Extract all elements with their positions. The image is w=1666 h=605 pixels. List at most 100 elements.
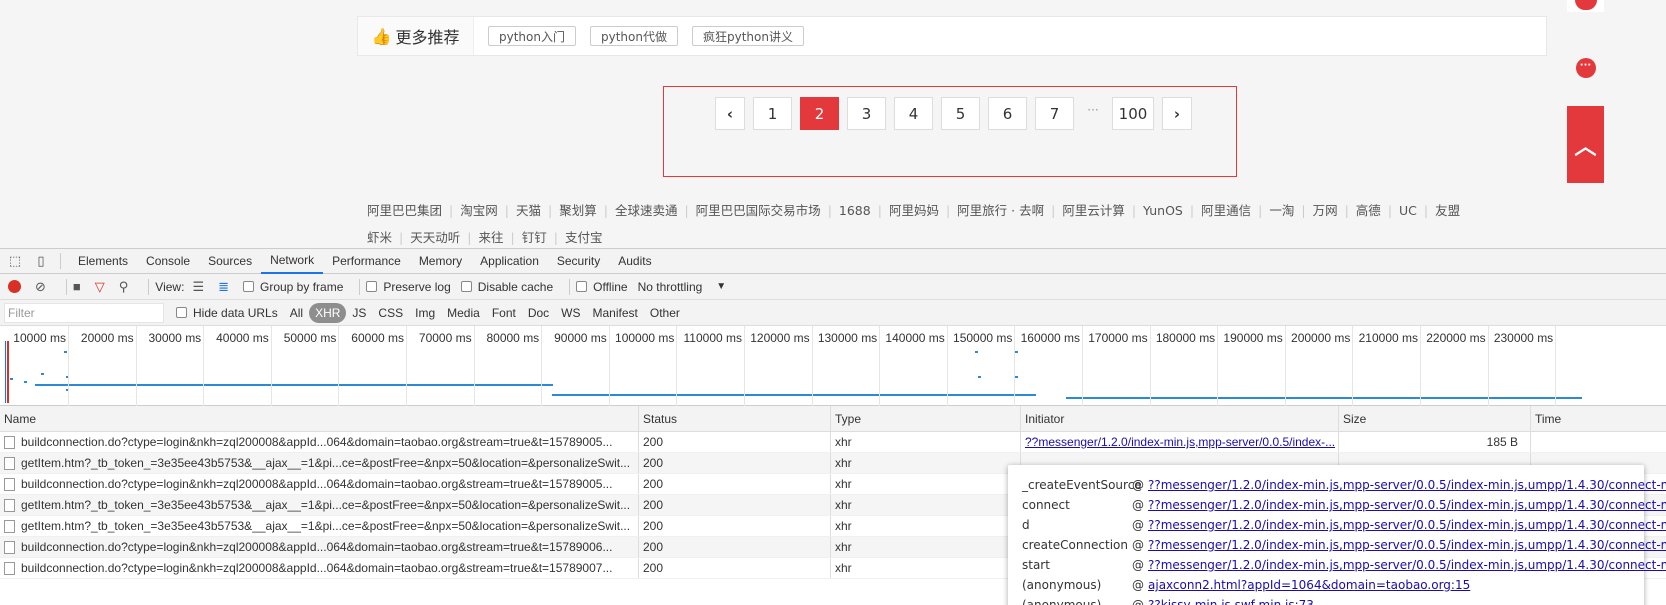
cell-name: getItem.htm?_tb_token_=3e35ee43b5753&__a… xyxy=(0,516,638,536)
throttling-select[interactable]: No throttling ▼ xyxy=(638,280,727,294)
stack-frame-link[interactable]: ??messenger/1.2.0/index-min.js,mpp-serve… xyxy=(1148,558,1666,572)
filter-type-js[interactable]: JS xyxy=(346,303,372,323)
screenshot-camera-icon[interactable]: ■ xyxy=(73,279,81,294)
stack-frame-link[interactable]: ajaxconn2.html?appId=1064&domain=taobao.… xyxy=(1148,578,1470,592)
filter-type-xhr[interactable]: XHR xyxy=(309,302,347,323)
page-button-last[interactable]: 100 xyxy=(1112,97,1154,130)
filter-type-manifest[interactable]: Manifest xyxy=(587,303,644,323)
cell-name-text: getItem.htm?_tb_token_=3e35ee43b5753&__a… xyxy=(21,519,631,533)
clear-icon[interactable]: ⊘ xyxy=(35,279,46,295)
footer-link[interactable]: 支付宝 xyxy=(565,230,603,245)
column-header-name[interactable]: Name xyxy=(0,406,638,431)
filter-type-doc[interactable]: Doc xyxy=(522,303,555,323)
page-button-2[interactable]: 2 xyxy=(800,97,839,130)
footer-link[interactable]: 阿里旅行 · 去啊 xyxy=(957,203,1044,218)
filter-type-font[interactable]: Font xyxy=(486,303,522,323)
footer-link[interactable]: 阿里巴巴集团 xyxy=(367,203,442,218)
footer-link[interactable]: 友盟 xyxy=(1435,203,1460,218)
footer-link[interactable]: 1688 xyxy=(839,203,871,218)
tab-network[interactable]: Network xyxy=(261,248,324,274)
recommend-tag[interactable]: python代做 xyxy=(589,26,678,46)
filter-type-img[interactable]: Img xyxy=(409,303,441,323)
tab-security[interactable]: Security xyxy=(548,248,609,274)
tab-console[interactable]: Console xyxy=(137,248,199,274)
timeline-request-dot xyxy=(1015,351,1018,353)
column-header-status[interactable]: Status xyxy=(638,406,830,431)
filter-type-media[interactable]: Media xyxy=(441,303,486,323)
timeline-request-dot xyxy=(41,373,44,375)
tab-application[interactable]: Application xyxy=(471,248,548,274)
footer-link[interactable]: 阿里云计算 xyxy=(1062,203,1125,218)
stack-frame-function: (anonymous) xyxy=(1022,578,1102,592)
page-button-1[interactable]: 1 xyxy=(753,97,792,130)
stack-frame-link[interactable]: ??kissy-min.js,swf-min.js:73 xyxy=(1148,598,1314,605)
next-page-button[interactable]: › xyxy=(1162,97,1192,130)
column-header-type[interactable]: Type xyxy=(830,406,1020,431)
filter-type-css[interactable]: CSS xyxy=(372,303,409,323)
recommend-tag[interactable]: 疯狂python讲义 xyxy=(691,26,804,46)
device-toolbar-icon[interactable]: ▯ xyxy=(30,252,52,270)
footer-link[interactable]: YunOS xyxy=(1143,203,1183,218)
tab-sources[interactable]: Sources xyxy=(199,248,261,274)
page-button-5[interactable]: 5 xyxy=(941,97,980,130)
tab-elements[interactable]: Elements xyxy=(69,248,137,274)
page-button-6[interactable]: 6 xyxy=(988,97,1027,130)
footer-link[interactable]: 聚划算 xyxy=(559,203,597,218)
tab-memory[interactable]: Memory xyxy=(410,248,471,274)
footer-link[interactable]: 万网 xyxy=(1313,203,1338,218)
back-to-top-button[interactable]: ︿ xyxy=(1567,106,1604,183)
record-icon[interactable] xyxy=(8,280,21,293)
stack-frame-link[interactable]: ??messenger/1.2.0/index-min.js,mpp-serve… xyxy=(1148,478,1666,492)
footer-link[interactable]: 钉钉 xyxy=(522,230,547,245)
footer-link[interactable]: 天天动听 xyxy=(410,230,460,245)
filter-type-other[interactable]: Other xyxy=(644,303,686,323)
stack-frame-link[interactable]: ??messenger/1.2.0/index-min.js,mpp-serve… xyxy=(1148,518,1666,532)
inspect-element-icon[interactable]: ⬚ xyxy=(4,252,26,270)
search-icon[interactable]: ⚲ xyxy=(119,279,129,295)
filter-input[interactable]: Filter xyxy=(4,302,164,323)
page-button-7[interactable]: 7 xyxy=(1035,97,1074,130)
prev-page-button[interactable]: ‹ xyxy=(715,97,745,130)
footer-separator: | xyxy=(1189,203,1195,218)
filter-type-all[interactable]: All xyxy=(284,303,309,323)
column-header-time[interactable]: Time xyxy=(1530,406,1666,431)
filter-funnel-icon[interactable]: ▽ xyxy=(95,279,105,295)
footer-link[interactable]: 全球速卖通 xyxy=(615,203,678,218)
column-header-initiator[interactable]: Initiator xyxy=(1020,406,1338,431)
footer-link[interactable]: 淘宝网 xyxy=(460,203,498,218)
large-rows-icon[interactable]: ☰ xyxy=(192,279,204,295)
waterfall-icon[interactable]: ≣ xyxy=(218,279,229,295)
preserve-log-checkbox[interactable]: Preserve log xyxy=(366,280,451,294)
filter-type-ws[interactable]: WS xyxy=(555,303,586,323)
table-row[interactable]: buildconnection.do?ctype=login&nkh=zql20… xyxy=(0,432,1666,453)
column-header-size[interactable]: Size xyxy=(1338,406,1530,431)
disable-cache-checkbox[interactable]: Disable cache xyxy=(460,280,553,294)
footer-link[interactable]: UC xyxy=(1399,203,1417,218)
timeline-tick-label: 20000 ms xyxy=(80,331,134,345)
cell-initiator-text[interactable]: ??messenger/1.2.0/index-min.js,mpp-serve… xyxy=(1025,435,1335,449)
offline-checkbox[interactable]: Offline xyxy=(576,280,628,294)
footer-link[interactable]: 来往 xyxy=(478,230,503,245)
user-button[interactable] xyxy=(1567,0,1604,12)
group-by-frame-checkbox[interactable]: Group by frame xyxy=(243,280,343,294)
footer-separator: | xyxy=(510,230,515,245)
page-button-4[interactable]: 4 xyxy=(894,97,933,130)
tab-audits[interactable]: Audits xyxy=(609,248,660,274)
hide-data-urls-checkbox[interactable]: Hide data URLs xyxy=(176,306,278,320)
footer-link[interactable]: 阿里巴巴国际交易市场 xyxy=(696,203,821,218)
file-icon xyxy=(4,540,15,554)
footer-link[interactable]: 高德 xyxy=(1356,203,1381,218)
footer-link[interactable]: 虾米 xyxy=(367,230,392,245)
stack-frame-link[interactable]: ??messenger/1.2.0/index-min.js,mpp-serve… xyxy=(1148,498,1666,512)
cell-type-text: xhr xyxy=(835,456,852,470)
footer-link[interactable]: 阿里通信 xyxy=(1201,203,1251,218)
recommend-tag[interactable]: python入门 xyxy=(488,26,576,46)
footer-link[interactable]: 天猫 xyxy=(516,203,541,218)
stack-frame-at: @ xyxy=(1132,518,1144,532)
footer-link[interactable]: 阿里妈妈 xyxy=(889,203,939,218)
footer-link[interactable]: 一淘 xyxy=(1269,203,1294,218)
stack-frame-link[interactable]: ??messenger/1.2.0/index-min.js,mpp-serve… xyxy=(1148,538,1666,552)
page-button-3[interactable]: 3 xyxy=(847,97,886,130)
tab-performance[interactable]: Performance xyxy=(323,248,410,274)
chat-button[interactable]: ··· xyxy=(1567,49,1604,87)
